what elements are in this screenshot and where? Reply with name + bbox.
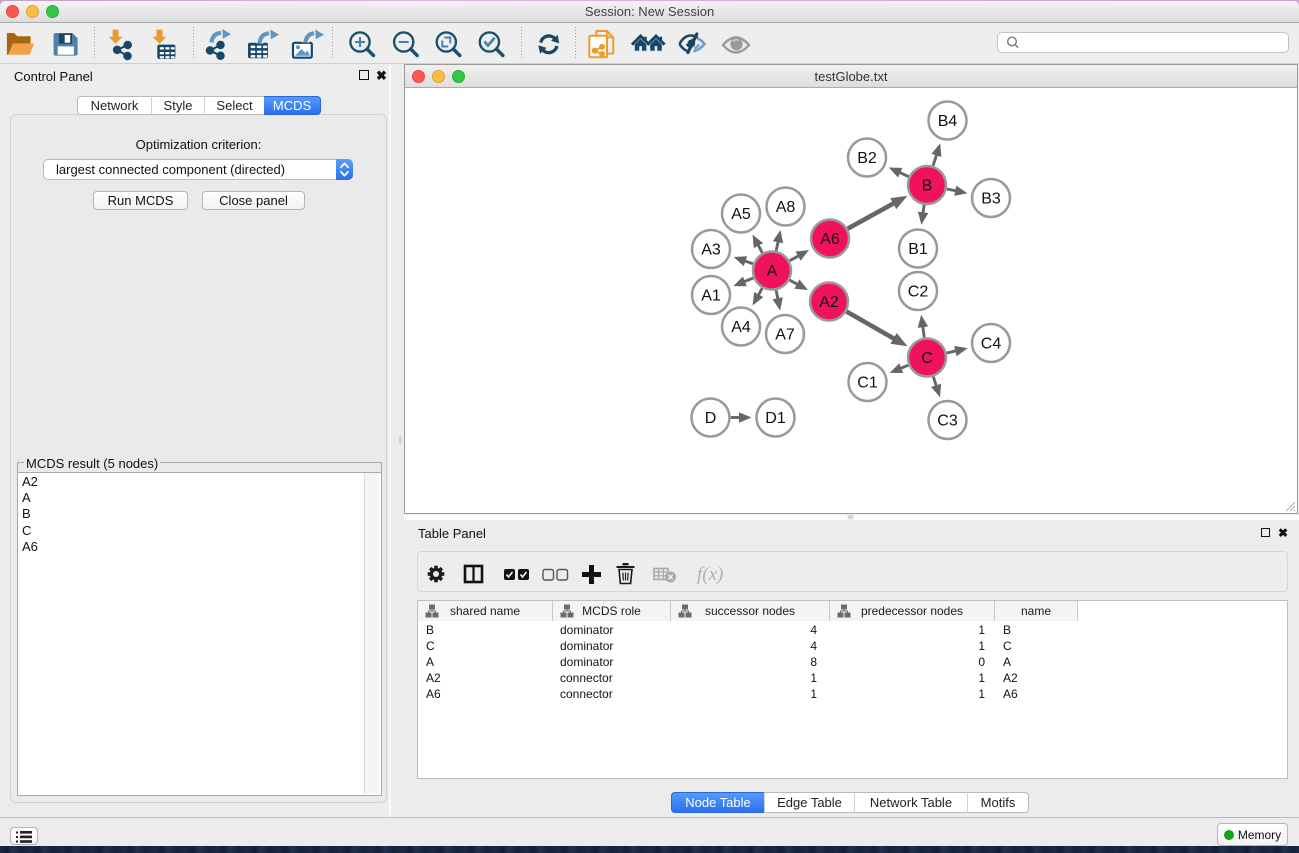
svg-text:A1: A1 [701, 288, 721, 305]
svg-text:B3: B3 [981, 191, 1001, 208]
svg-text:A: A [767, 263, 778, 280]
svg-text:B: B [922, 178, 933, 195]
svg-text:D1: D1 [765, 410, 786, 427]
svg-text:A6: A6 [820, 231, 840, 248]
svg-text:A3: A3 [701, 242, 721, 259]
svg-text:f(x): f(x) [697, 564, 723, 585]
svg-text:C3: C3 [937, 413, 958, 430]
svg-text:A8: A8 [776, 199, 796, 216]
svg-text:C2: C2 [908, 284, 929, 301]
svg-text:D: D [705, 410, 717, 427]
svg-text:A7: A7 [775, 327, 795, 344]
svg-text:B4: B4 [938, 113, 958, 130]
svg-text:C4: C4 [981, 336, 1002, 353]
svg-text:C: C [921, 350, 933, 367]
svg-text:B1: B1 [908, 241, 928, 258]
svg-text:C1: C1 [857, 375, 878, 392]
svg-text:A2: A2 [819, 294, 839, 311]
svg-text:A4: A4 [731, 319, 751, 336]
svg-text:A5: A5 [731, 206, 751, 223]
svg-text:B2: B2 [857, 150, 877, 167]
